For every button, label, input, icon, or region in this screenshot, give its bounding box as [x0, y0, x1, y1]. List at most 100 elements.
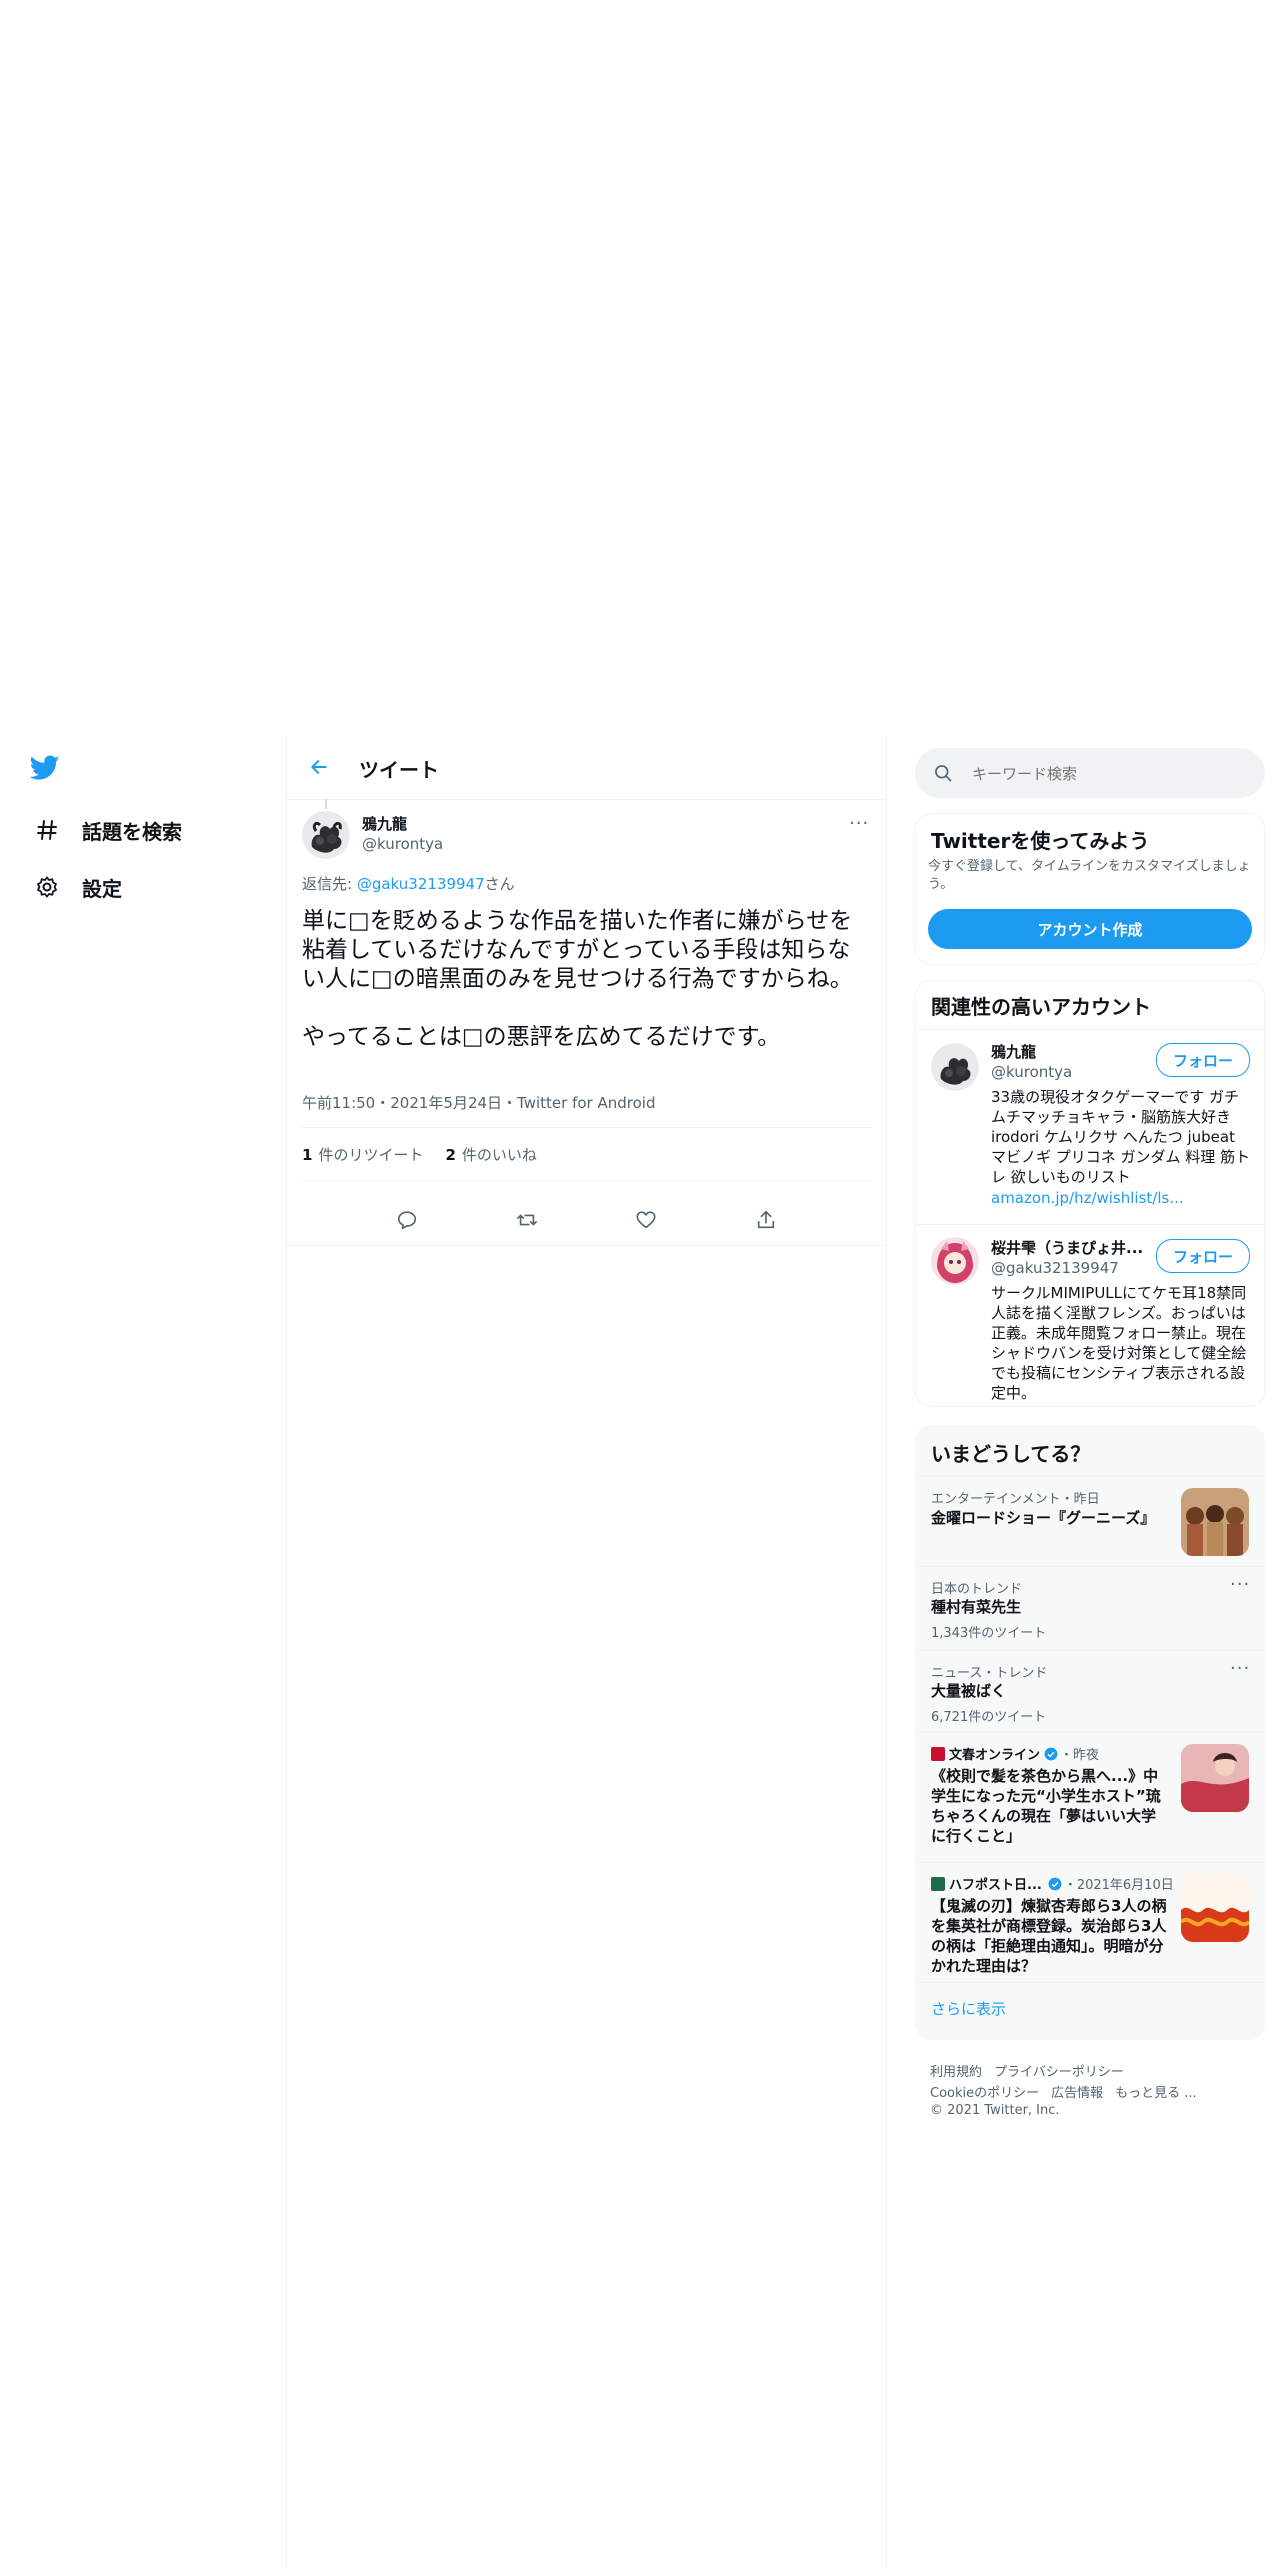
- nav-explore[interactable]: 話題を検索: [34, 810, 182, 850]
- more-options-icon[interactable]: ···: [1230, 1658, 1250, 1679]
- trend-count: 1,343件のツイート: [931, 1626, 1047, 1641]
- trend-item[interactable]: 文春オンライン ・昨夜 《校則で髪を茶色から黒へ...》中学生になった元“小学生…: [916, 1732, 1264, 1862]
- divider: [302, 1180, 872, 1181]
- tweet-actions: [287, 1195, 886, 1245]
- reply-prefix: 返信先:: [302, 875, 357, 893]
- retweet-icon[interactable]: [512, 1205, 542, 1235]
- search-bar[interactable]: [915, 748, 1265, 800]
- trend-title: 種村有菜先生: [931, 1598, 1022, 1616]
- divider: [287, 1245, 886, 1246]
- signup-subtitle: 今すぐ登録して、タイムラインをカスタマイズしましょう。: [928, 859, 1251, 892]
- search-icon: [933, 763, 953, 787]
- avatar[interactable]: [931, 1043, 979, 1091]
- news-thumbnail: [1181, 1744, 1249, 1812]
- author-handle[interactable]: @kurontya: [362, 835, 443, 853]
- trend-item[interactable]: 日本のトレンド 種村有菜先生 1,343件のツイート ···: [916, 1566, 1264, 1650]
- tweet-stats: 1 件のリツイート 2 件のいいね: [302, 1144, 537, 1165]
- account-bio: 33歳の現役オタクゲーマーです ガチムチマッチョキャラ・脳筋族大好き irodo…: [991, 1088, 1251, 1186]
- gear-icon: [34, 874, 60, 900]
- cookie-link[interactable]: Cookieのポリシー: [930, 2082, 1039, 2101]
- main-column: ツイート 鴉九龍 @kurontya ··· 返信先: @gaku3213994…: [286, 735, 887, 2568]
- tweet-text: 単に□を貶めるような作品を描いた作者に嫌がらせを粘着しているだけなんですがとって…: [302, 908, 853, 1050]
- divider: [302, 1127, 872, 1128]
- reply-icon[interactable]: [392, 1205, 422, 1235]
- news-thumbnail: [1181, 1874, 1249, 1942]
- author-name[interactable]: 鴉九龍: [362, 813, 407, 834]
- back-arrow-icon[interactable]: [305, 753, 333, 781]
- like-stat[interactable]: 2 件のいいね: [445, 1144, 536, 1165]
- news-source: 文春オンライン: [949, 1748, 1041, 1763]
- retweet-count: 1: [302, 1146, 313, 1164]
- create-account-button[interactable]: アカウント作成: [928, 909, 1252, 949]
- account-bio: サークルMIMIPULLにてケモ耳18禁同人誌を描く淫獣フレンズ。おっぱいは正義…: [991, 1284, 1247, 1402]
- account-name[interactable]: 桜井雫（うまぴょ井...: [991, 1237, 1143, 1258]
- tweet-header: ツイート: [287, 735, 886, 800]
- trend-thumbnail: [1181, 1488, 1249, 1556]
- news-source-logo-icon: [931, 1746, 945, 1761]
- signup-title: Twitterを使ってみよう: [931, 829, 1150, 853]
- nav-explore-label: 話題を検索: [82, 819, 182, 844]
- ads-info-link[interactable]: 広告情報: [1051, 2082, 1103, 2101]
- share-icon[interactable]: [751, 1205, 781, 1235]
- trend-title: 金曜ロードショー『グーニーズ』: [931, 1509, 1156, 1527]
- tweet-timestamp[interactable]: 午前11:50・2021年5月24日・Twitter for Android: [302, 1092, 655, 1113]
- thread-line: [325, 799, 327, 809]
- footer-links-row: Cookieのポリシー 広告情報 もっと見る ...: [930, 2082, 1197, 2101]
- account-link[interactable]: amazon.jp/hz/wishlist/ls...: [991, 1189, 1184, 1207]
- account-row[interactable]: 鴉九龍 @kurontya フォロー 33歳の現役オタクゲーマーです ガチムチマ…: [916, 1029, 1264, 1224]
- account-handle[interactable]: @gaku32139947: [991, 1259, 1119, 1277]
- reply-suffix: さん: [484, 875, 515, 893]
- like-heart-icon[interactable]: [631, 1205, 661, 1235]
- trends-title: いまどうしてる？: [931, 1442, 1091, 1466]
- more-options-icon[interactable]: ···: [849, 813, 869, 834]
- left-navigation: 話題を検索 設定: [0, 735, 286, 2568]
- reply-handle-link[interactable]: @gaku32139947: [357, 875, 485, 893]
- copyright: © 2021 Twitter, Inc.: [930, 2103, 1060, 2118]
- trend-item[interactable]: ハフポスト日... ・2021年6月10日 【鬼滅の刃】煉獄杏寿郎ら3人の柄を集…: [916, 1862, 1264, 1982]
- reply-to-line: 返信先: @gaku32139947さん: [302, 873, 515, 894]
- right-sidebar: Twitterを使ってみよう 今すぐ登録して、タイムラインをカスタマイズしましょ…: [915, 735, 1265, 2568]
- retweet-stat[interactable]: 1 件のリツイート: [302, 1144, 423, 1165]
- like-count: 2: [445, 1146, 456, 1164]
- more-link[interactable]: もっと見る ...: [1115, 2082, 1197, 2101]
- retweet-label: 件のリツイート: [318, 1146, 424, 1164]
- author-avatar[interactable]: [302, 811, 350, 859]
- avatar[interactable]: [931, 1237, 979, 1285]
- news-source-row: 文春オンライン ・昨夜: [931, 1744, 1099, 1763]
- search-input[interactable]: [970, 748, 1254, 800]
- news-source: ハフポスト日...: [949, 1878, 1042, 1893]
- related-title: 関連性の高いアカウント: [931, 995, 1151, 1019]
- trend-category: 日本のトレンド: [931, 1582, 1023, 1597]
- trend-item[interactable]: ニュース・トレンド 大量被ばく 6,721件のツイート ···: [916, 1650, 1264, 1732]
- trends-card: いまどうしてる？ エンターテインメント・昨日 金曜ロードショー『グーニーズ』 日…: [915, 1425, 1265, 2040]
- trend-count: 6,721件のツイート: [931, 1710, 1047, 1725]
- related-accounts-card: 関連性の高いアカウント 鴉九龍 @kurontya フォロー 33歳の現役オタク…: [915, 980, 1265, 1407]
- hashtag-icon: [34, 817, 60, 843]
- account-name[interactable]: 鴉九龍: [991, 1041, 1036, 1062]
- like-label: 件のいいね: [461, 1146, 537, 1164]
- nav-settings-label: 設定: [82, 876, 122, 901]
- divider: [916, 1982, 1264, 1983]
- show-more-link[interactable]: さらに表示: [931, 1998, 1006, 2019]
- page-title: ツイート: [359, 758, 439, 782]
- nav-settings[interactable]: 設定: [34, 867, 122, 907]
- trend-title: 大量被ばく: [931, 1682, 1007, 1700]
- account-handle[interactable]: @kurontya: [991, 1063, 1072, 1081]
- trend-item[interactable]: エンターテインメント・昨日 金曜ロードショー『グーニーズ』: [916, 1476, 1264, 1566]
- verified-badge-icon: [1044, 1747, 1058, 1761]
- twitter-logo-icon[interactable]: [29, 755, 62, 787]
- news-source-logo-icon: [931, 1876, 945, 1891]
- account-row[interactable]: 桜井雫（うまぴょ井... @gaku32139947 フォロー サークルMIMI…: [916, 1225, 1264, 1407]
- footer-links-row: 利用規約 プライバシーポリシー: [930, 2061, 1124, 2080]
- privacy-link[interactable]: プライバシーポリシー: [994, 2061, 1124, 2080]
- trend-category: ニュース・トレンド: [931, 1666, 1048, 1681]
- news-headline: 【鬼滅の刃】煉獄杏寿郎ら3人の柄を集英社が商標登録。炭治郎ら3人の柄は「拒絶理由…: [931, 1897, 1167, 1975]
- terms-link[interactable]: 利用規約: [930, 2061, 982, 2080]
- follow-button[interactable]: フォロー: [1156, 1239, 1250, 1273]
- signup-card: Twitterを使ってみよう 今すぐ登録して、タイムラインをカスタマイズしましょ…: [915, 813, 1265, 965]
- follow-button[interactable]: フォロー: [1156, 1043, 1250, 1077]
- news-time: ・2021年6月10日: [1063, 1878, 1174, 1893]
- more-options-icon[interactable]: ···: [1230, 1574, 1250, 1595]
- news-headline: 《校則で髪を茶色から黒へ...》中学生になった元“小学生ホスト”琉ちゃろくんの現…: [931, 1767, 1161, 1845]
- news-source-row: ハフポスト日... ・2021年6月10日: [931, 1874, 1174, 1893]
